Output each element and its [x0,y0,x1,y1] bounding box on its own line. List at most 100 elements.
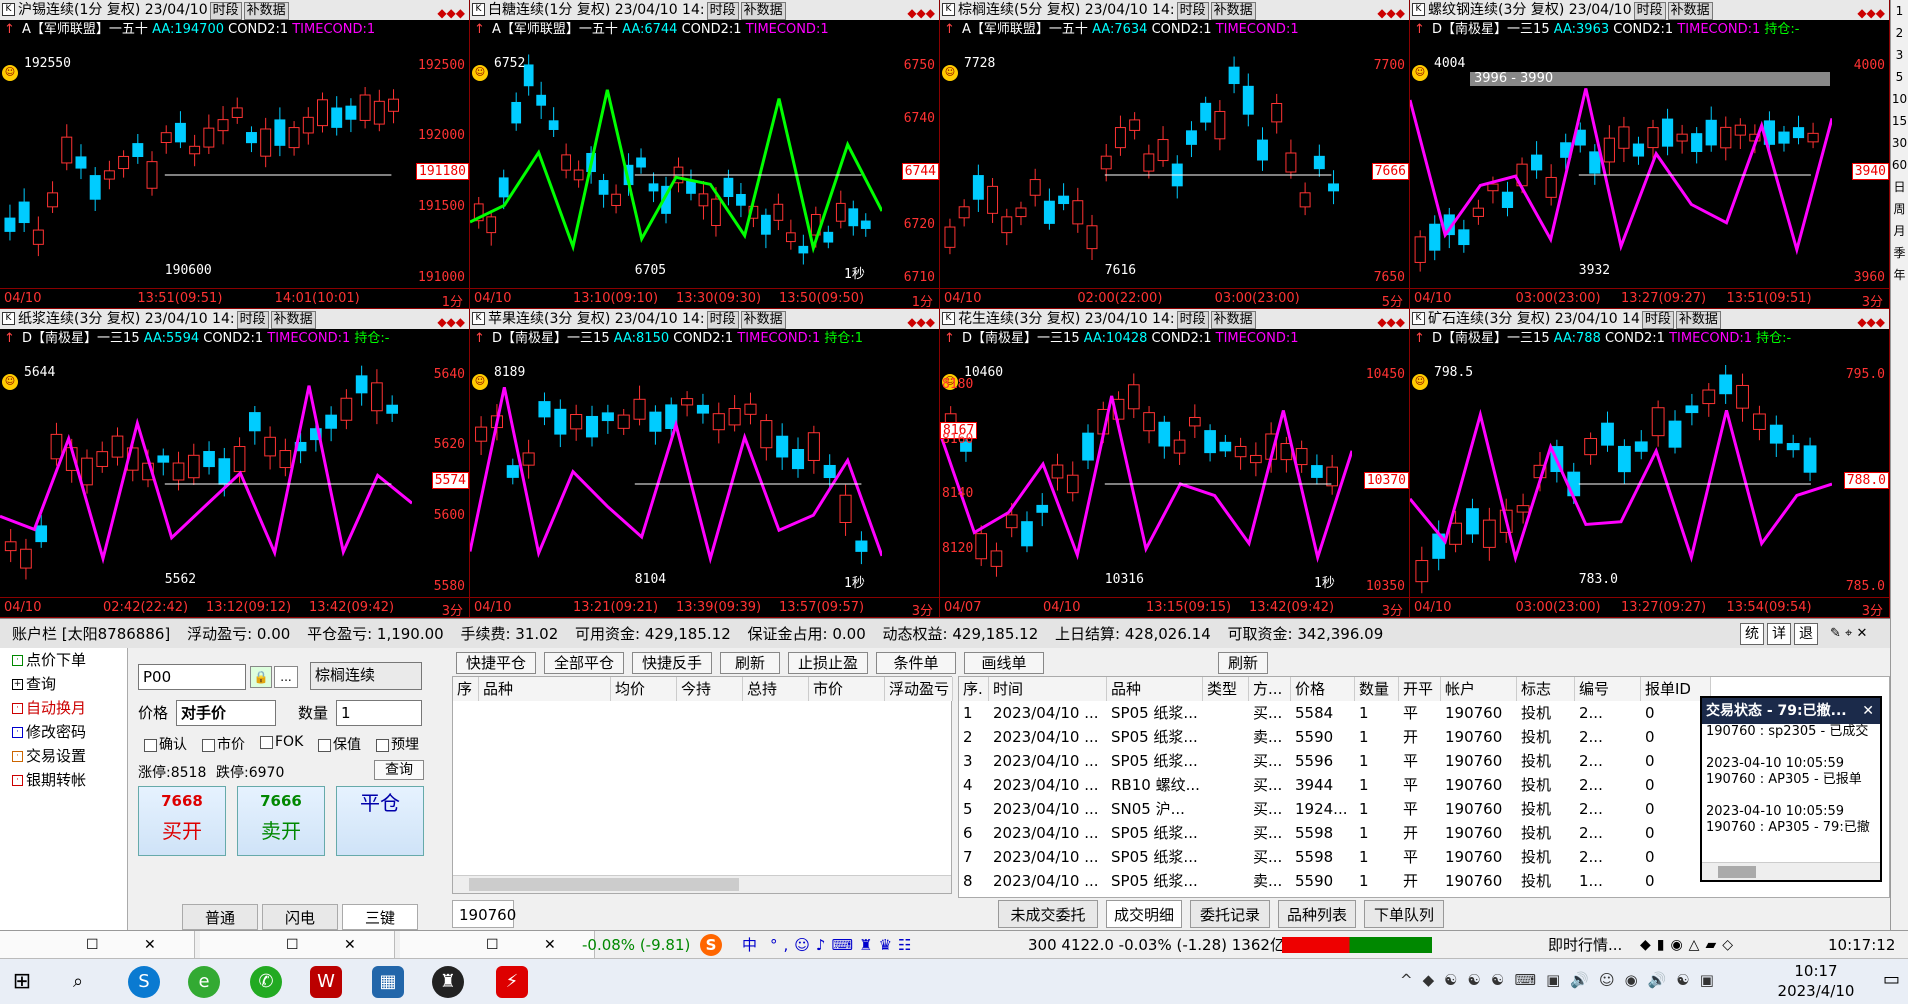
panel-title-bar[interactable]: K 矿石连续(3分 复权) 23/04/10 14 时段 补数据 ◆◆◆ [1410,309,1889,329]
session-button[interactable]: 时段 [706,2,739,20]
panel-tools-icon[interactable]: ◆◆◆ [1377,312,1405,329]
period-button[interactable]: 季 [1891,242,1908,264]
option-checkbox[interactable]: 预埋 [376,734,419,754]
panel-title-bar[interactable]: K 花生连续(3分 复权) 23/04/10 14: 时段 补数据 ◆◆◆ [940,309,1409,329]
session-button[interactable]: 时段 [1176,2,1209,20]
panel-title-bar[interactable]: K 纸浆连续(3分 复权) 23/04/10 14: 时段 补数据 ◆◆◆ [0,309,469,329]
session-button[interactable]: 时段 [706,311,739,329]
period-button[interactable]: 周 [1891,198,1908,220]
record-tab[interactable]: 委托记录 [1190,900,1270,928]
session-button[interactable]: 时段 [209,2,242,20]
ime-toolbar-icon[interactable]: °,☺♪⌨♜♛☷ [770,931,917,959]
nav-item[interactable]: · 自动换月 [0,696,127,720]
panel-tools-icon[interactable]: ◆◆◆ [907,312,935,329]
trade-col-header[interactable]: 编号 [1575,677,1641,701]
period-button[interactable]: 月 [1891,220,1908,242]
position-scrollbar[interactable] [453,875,951,893]
nav-item[interactable]: · 点价下单 [0,648,127,672]
fill-data-button[interactable]: 补数据 [1667,2,1713,20]
tray-tools-icon[interactable]: ◆▮◉△▰◇ [1640,931,1739,959]
period-button[interactable]: 2 [1891,22,1908,44]
search-icon[interactable]: ⌕ [62,966,94,998]
trade-col-header[interactable]: 时间 [989,677,1107,701]
ime-mode[interactable]: 中 [742,931,757,959]
chart-panel-2[interactable]: K 白糖连续(1分 复权) 23/04/10 14: 时段 补数据 ◆◆◆ ↑ A【军师联… [470,0,940,309]
kline-icon[interactable]: K [2,312,15,325]
qty-stepper[interactable]: 1 [336,700,422,726]
panel-title-bar[interactable]: K 苹果连续(3分 复权) 23/04/10 14: 时段 补数据 ◆◆◆ [470,309,939,329]
period-button[interactable]: 10 [1891,88,1908,110]
status-scrollbar[interactable] [1702,862,1880,880]
period-button[interactable]: 60 [1891,154,1908,176]
position-action-button[interactable]: 条件单 [876,652,956,674]
fill-data-button[interactable]: 补数据 [243,2,289,20]
close-position-button[interactable]: 平仓 [336,786,424,856]
kline-icon[interactable]: K [472,312,485,325]
candlestick-chart[interactable] [940,38,1352,287]
position-action-button[interactable]: 快捷平仓 [456,652,536,674]
candlestick-chart[interactable] [470,38,882,287]
session-button[interactable]: 时段 [1641,311,1674,329]
option-checkbox[interactable]: 确认 [144,734,187,754]
record-tab[interactable]: 成交明细 [1106,900,1182,928]
period-button[interactable]: 日 [1891,176,1908,198]
lock-icon[interactable]: 🔒 [250,666,272,688]
period-button[interactable]: 30 [1891,132,1908,154]
kline-icon[interactable]: K [942,3,955,16]
trade-col-header[interactable]: 数量 [1355,677,1399,701]
position-col-header[interactable]: 均价 [611,677,677,701]
position-col-header[interactable]: 市价 [809,677,885,701]
trading-app-icon[interactable]: ⚡ [496,966,528,998]
nav-item[interactable]: · 银期转帐 [0,768,127,792]
trade-refresh-button[interactable]: 刷新 [1218,652,1268,674]
candlestick-chart[interactable] [470,347,882,596]
taskwin-2[interactable]: ☐ ✕ [200,931,395,959]
close-icon[interactable]: ✕ [1862,698,1874,724]
order-mode-tab[interactable]: 三键 [342,904,418,930]
panel-tools-icon[interactable]: ◆◆◆ [437,312,465,329]
session-button[interactable]: 时段 [236,311,269,329]
position-col-header[interactable]: 总持 [743,677,809,701]
period-button[interactable]: 5 [1891,66,1908,88]
trade-col-header[interactable]: 帐户 [1441,677,1517,701]
nav-item[interactable]: · 修改密码 [0,720,127,744]
panel-tools-icon[interactable]: ◆◆◆ [1857,3,1885,20]
tray-icons[interactable]: ^◆☯☯☯⌨▣🔊☺◉🔊☯▣ [1400,971,1724,989]
position-col-header[interactable]: 今持 [677,677,743,701]
quote-window[interactable]: 即时行情... [1548,931,1622,959]
position-action-button[interactable]: 快捷反手 [632,652,712,674]
session-button[interactable]: 时段 [1176,311,1209,329]
fill-data-button[interactable]: 补数据 [270,311,316,329]
trade-col-header[interactable]: 标志 [1517,677,1575,701]
network-app-icon[interactable]: ▦ [372,966,404,998]
position-action-button[interactable]: 止损止盈 [788,652,868,674]
wh6-app-icon[interactable]: W [310,966,342,998]
exit-button[interactable]: 退 [1794,623,1818,645]
chart-panel-1[interactable]: K 沪锡连续(1分 复权) 23/04/10 时段 补数据 ◆◆◆ ↑ A【军师联盟】一五… [0,0,470,309]
price-select[interactable]: 对手价 [176,700,276,726]
kline-icon[interactable]: K [2,3,15,16]
kline-icon[interactable]: K [1412,3,1425,16]
fill-data-button[interactable]: 补数据 [740,311,786,329]
panel-title-bar[interactable]: K 白糖连续(1分 复权) 23/04/10 14: 时段 补数据 ◆◆◆ [470,0,939,20]
candlestick-chart[interactable] [0,38,412,287]
query-button[interactable]: 查询 [374,760,424,780]
position-account-tab[interactable]: 190760 [452,900,516,928]
record-tab[interactable]: 品种列表 [1278,900,1356,928]
chart-panel-7[interactable]: K 花生连续(3分 复权) 23/04/10 14: 时段 补数据 ◆◆◆ ↑ D【南极星… [940,309,1410,618]
order-mode-tab[interactable]: 普通 [182,904,258,930]
fill-data-button[interactable]: 补数据 [1210,311,1256,329]
panel-tools-icon[interactable]: ◆◆◆ [1857,312,1885,329]
nav-item[interactable]: · 交易设置 [0,744,127,768]
panel-title-bar[interactable]: K 沪锡连续(1分 复权) 23/04/10 时段 补数据 ◆◆◆ [0,0,469,20]
panel-title-bar[interactable]: K 螺纹钢连续(3分 复权) 23/04/10 时段 补数据 ◆◆◆ [1410,0,1889,20]
position-col-header[interactable]: 序 [453,677,479,701]
kline-icon[interactable]: K [942,312,955,325]
period-button[interactable]: 年 [1891,264,1908,286]
candlestick-chart[interactable] [940,347,1352,596]
trade-col-header[interactable]: 品种 [1107,677,1203,701]
trade-col-header[interactable]: 开平 [1399,677,1441,701]
notification-icon[interactable]: ▭ [1883,969,1900,990]
chart-panel-4[interactable]: K 螺纹钢连续(3分 复权) 23/04/10 时段 补数据 ◆◆◆ ↑ D【南极星】一三… [1410,0,1890,309]
candlestick-chart[interactable] [0,347,412,596]
